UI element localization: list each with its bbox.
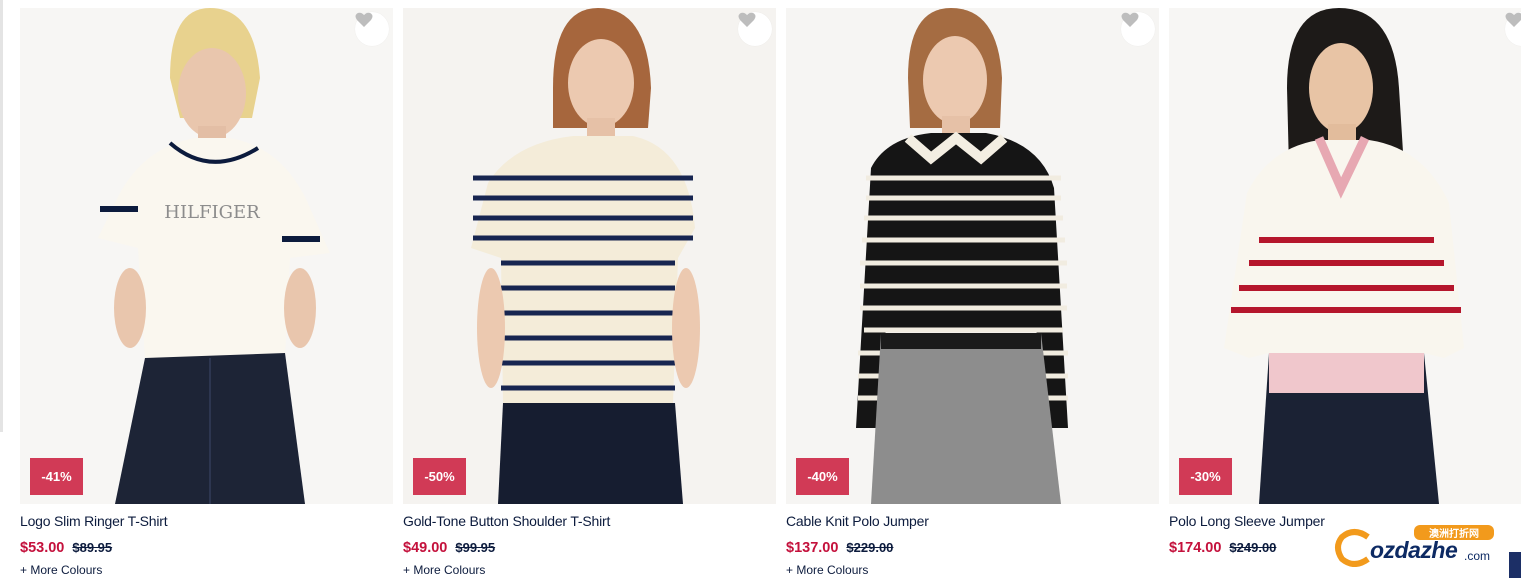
wishlist-heart-icon[interactable] <box>1121 12 1155 46</box>
discount-badge: -40% <box>796 458 849 495</box>
product-name[interactable]: Gold-Tone Button Shoulder T-Shirt <box>403 513 610 529</box>
product-name[interactable]: Polo Long Sleeve Jumper <box>1169 513 1325 529</box>
original-price: $89.95 <box>72 540 113 555</box>
product-image[interactable]: -40% <box>786 8 1159 504</box>
wishlist-heart-icon[interactable] <box>355 12 389 46</box>
watermark-logo-text: ozdazhe <box>1370 537 1458 563</box>
model-photo-3 <box>786 8 1159 504</box>
left-divider <box>0 0 3 432</box>
wishlist-heart-icon[interactable] <box>738 12 772 46</box>
product-card[interactable]: -30% Polo Long Sleeve Jumper $174.00 $249… <box>1169 8 1521 580</box>
sale-price: $53.00 <box>20 540 65 556</box>
product-name[interactable]: Cable Knit Polo Jumper <box>786 513 929 529</box>
discount-badge: -41% <box>30 458 83 495</box>
ozdazhe-c-icon <box>1335 529 1370 567</box>
more-colours-link[interactable]: + More Colours <box>20 563 102 577</box>
product-grid: HILFIGER -41% Logo Slim Ringer T-Shirt $… <box>20 8 1521 580</box>
product-image[interactable]: -30% <box>1169 8 1521 504</box>
ozdazhe-watermark-logo: 澳洲打折网 ozdazhe .com <box>1334 521 1498 569</box>
sale-price: $49.00 <box>403 540 448 556</box>
original-price: $229.00 <box>846 540 894 555</box>
product-card[interactable]: -50% Gold-Tone Button Shoulder T-Shirt $… <box>403 8 776 580</box>
discount-badge: -50% <box>413 458 466 495</box>
model-photo-4 <box>1169 8 1521 504</box>
product-card[interactable]: -40% Cable Knit Polo Jumper $137.00 $229.… <box>786 8 1159 580</box>
discount-badge: -30% <box>1179 458 1232 495</box>
sale-price: $137.00 <box>786 540 839 556</box>
price-row: $53.00 $89.95 <box>20 539 112 556</box>
product-card[interactable]: HILFIGER -41% Logo Slim Ringer T-Shirt $… <box>20 8 393 580</box>
feedback-tab[interactable] <box>1509 552 1521 578</box>
model-photo-2 <box>403 8 776 504</box>
product-image[interactable]: HILFIGER -41% <box>20 8 393 504</box>
product-image[interactable]: -50% <box>403 8 776 504</box>
more-colours-link[interactable]: + More Colours <box>403 563 485 577</box>
price-row: $137.00 $229.00 <box>786 539 893 556</box>
original-price: $249.00 <box>1229 540 1277 555</box>
more-colours-link[interactable]: + More Colours <box>786 563 868 577</box>
model-photo-1: HILFIGER <box>20 8 393 504</box>
price-row: $174.00 $249.00 <box>1169 539 1276 556</box>
sale-price: $174.00 <box>1169 540 1222 556</box>
product-name[interactable]: Logo Slim Ringer T-Shirt <box>20 513 168 529</box>
hilfiger-logo: HILFIGER <box>164 202 260 223</box>
original-price: $99.95 <box>455 540 496 555</box>
price-row: $49.00 $99.95 <box>403 539 495 556</box>
watermark-domain: .com <box>1464 549 1491 563</box>
